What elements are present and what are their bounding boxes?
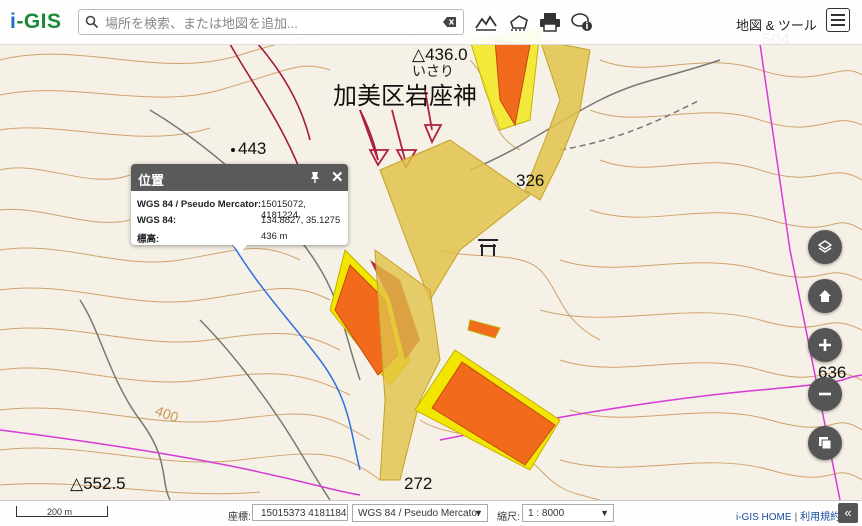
hamburger-menu-button[interactable] — [826, 8, 850, 32]
search-box — [78, 9, 464, 35]
basemap-icon — [819, 437, 832, 450]
collapse-button[interactable]: « — [838, 503, 858, 523]
close-icon[interactable]: ✕ — [331, 168, 344, 186]
elevation-profile-icon[interactable] — [472, 8, 500, 36]
location-popup: 位置 ✕ WGS 84 / Pseudo Mercator: 15015072, … — [131, 164, 348, 245]
map-tools-label[interactable]: 地図 & ツール — [736, 15, 817, 34]
map-label-443: 443 — [238, 139, 266, 158]
popup-title: 位置 — [138, 173, 165, 188]
home-button[interactable] — [808, 279, 842, 313]
igis-home-link[interactable]: i-GIS HOME — [736, 512, 792, 523]
popup-pointer — [232, 244, 248, 253]
chevron-down-icon: ▼ — [600, 508, 609, 518]
coordinate-field[interactable]: 15015373 4181184 — [252, 504, 348, 521]
coordinate-label: 座標: — [228, 512, 251, 523]
scale-select[interactable]: 1 : 8000 ▼ — [522, 504, 614, 522]
measure-icon[interactable] — [505, 8, 533, 36]
zoom-out-button[interactable] — [808, 377, 842, 411]
map-label-reading: いさり — [412, 63, 454, 79]
search-icon — [85, 15, 99, 29]
terms-link[interactable]: 利用規約 — [800, 512, 840, 523]
search-input[interactable] — [103, 12, 437, 34]
popup-header: 位置 ✕ — [131, 164, 348, 191]
basemap-button[interactable] — [808, 426, 842, 460]
layers-button[interactable] — [808, 230, 842, 264]
map-canvas[interactable]: 加美区岩座神 いさり △436.0 443 326 504 636 △552.5… — [0, 0, 862, 525]
info-query-icon[interactable] — [568, 8, 596, 36]
app-logo[interactable]: i-GIS — [10, 10, 62, 34]
footer-links: i-GIS HOME | 利用規約 — [736, 512, 841, 523]
map-label-326: 326 — [516, 171, 544, 190]
status-bar: 200 m 座標: 15015373 4181184 WGS 84 / Pseu… — [0, 500, 862, 526]
zoom-out-icon — [819, 392, 831, 396]
map-label-place: 加美区岩座神 — [333, 83, 477, 110]
crs-select[interactable]: WGS 84 / Pseudo Mercator ▼ — [352, 504, 488, 522]
layers-icon — [817, 240, 833, 253]
clear-search-icon[interactable] — [443, 16, 457, 28]
zoom-in-button[interactable] — [808, 328, 842, 362]
zoom-in-icon — [819, 339, 831, 351]
map-label-peak-436: △436.0 — [412, 45, 468, 64]
pin-icon[interactable] — [309, 171, 321, 184]
chevron-down-icon: ▼ — [474, 508, 483, 518]
print-icon[interactable] — [536, 8, 564, 36]
top-toolbar: i-GIS 地図 & ツール — [0, 0, 862, 45]
map-label-272: 272 — [404, 474, 432, 493]
scale-bar: 200 m — [16, 506, 108, 517]
scale-label: 縮尺: — [497, 512, 520, 523]
map-label-552: △552.5 — [70, 474, 126, 493]
home-icon — [819, 290, 831, 302]
